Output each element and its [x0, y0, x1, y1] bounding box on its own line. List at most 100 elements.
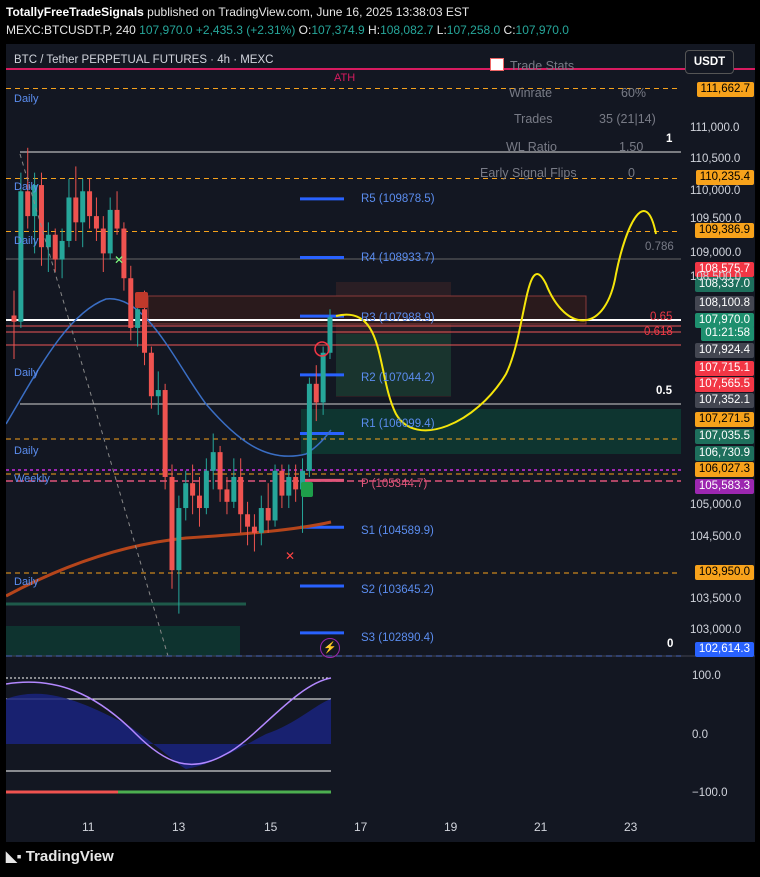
fib-label-0618: 0.618 — [644, 326, 673, 338]
price-tag: 106,027.3 — [694, 462, 754, 477]
price-tag: 111,662.7 — [696, 82, 754, 97]
pivot-label-s3: S3 (102890.4) — [361, 632, 434, 644]
price-tag: 107,565.5 — [694, 377, 754, 392]
pivot-label-p: P (105344.7) — [361, 478, 428, 490]
candle-body — [135, 309, 141, 328]
trade-stats-title: Trade Stats — [490, 58, 574, 73]
flash-icon: ⚡ — [320, 638, 340, 658]
candle-body — [59, 240, 65, 260]
candle-body — [93, 216, 99, 229]
sell-signal — [135, 292, 148, 308]
candle-body — [245, 514, 251, 527]
pivot-label-s2: S2 (103645.2) — [361, 584, 434, 596]
candle-body — [196, 495, 202, 509]
cross-marker: ✕ — [285, 549, 295, 563]
demand-zone — [6, 626, 240, 656]
candle-body — [293, 476, 299, 490]
candle-body — [128, 278, 134, 328]
tradingview-logo: ◣▪ TradingView — [6, 848, 114, 865]
candle-body — [203, 470, 209, 509]
daily-label: Daily — [14, 93, 39, 105]
candle-body — [286, 476, 292, 496]
pivot-label-r5: R5 (109878.5) — [361, 193, 435, 205]
candle-body — [25, 191, 31, 217]
daily-label: Daily — [14, 367, 39, 379]
candle-body — [210, 452, 216, 471]
weekly-label: Weekly — [14, 473, 50, 485]
price-tag: 107,035.5 — [694, 429, 754, 444]
daily-label: Daily — [14, 235, 39, 247]
price-tag: 109,386.9 — [694, 223, 754, 238]
candle-body — [11, 315, 17, 322]
candle-body — [100, 228, 106, 254]
chart-canvas[interactable]: ✕✕ — [6, 44, 755, 842]
candle-body — [238, 476, 244, 515]
fib-label-1: 1 — [666, 133, 673, 145]
price-tag: 110,235.4 — [695, 170, 754, 185]
candle-body — [114, 209, 120, 229]
price-tag: 107,715.1 — [694, 361, 754, 376]
candle-body — [258, 508, 264, 533]
candle-body — [155, 390, 161, 397]
candle-body — [231, 476, 237, 502]
stat-value: 60% — [621, 86, 647, 100]
x-axis-tick: 19 — [444, 820, 458, 834]
pivot-label-r2: R2 (107044.2) — [361, 372, 435, 384]
candle-body — [190, 483, 196, 496]
daily-label: Daily — [14, 576, 39, 588]
chart-panel[interactable]: ✕ ✕ — [6, 44, 755, 842]
cross-marker: ✕ — [114, 253, 124, 267]
chart-title: BTC / Tether PERPETUAL FUTURES · 4h · ME… — [14, 54, 274, 66]
stat-label: WL Ratio — [506, 140, 557, 154]
candle-body — [313, 383, 319, 403]
publish-info: TotallyFreeTradeSignals published on Tra… — [6, 5, 469, 19]
osc-axis-tick: 100.0 — [692, 670, 721, 682]
candle-body — [224, 489, 230, 502]
candle-body — [52, 234, 58, 260]
price-axis-tick: 109,000.0 — [690, 247, 742, 259]
x-axis-tick: 23 — [624, 820, 638, 834]
candle-body — [176, 508, 182, 571]
osc-area — [6, 693, 331, 769]
low-value: 107,258.0 — [446, 23, 501, 37]
candle-body — [80, 191, 86, 223]
osc-axis-tick: 0.0 — [692, 729, 708, 741]
x-axis-tick: 15 — [264, 820, 278, 834]
candle-body — [169, 476, 175, 571]
price-axis-tick: 111,000.0 — [690, 122, 740, 134]
candle-body — [217, 452, 223, 490]
daily-label: Daily — [14, 181, 39, 193]
stat-value: 1.50 — [619, 140, 644, 154]
fib-label-065: 0.65 — [650, 311, 673, 323]
demand-zone — [301, 409, 681, 454]
demand-zone — [336, 334, 451, 396]
price-axis-tick: 104,500.0 — [690, 531, 742, 543]
buy-signal — [301, 482, 313, 497]
price-tag: 108,100.8 — [694, 296, 754, 311]
candle-body — [148, 352, 154, 397]
candle-body — [38, 185, 44, 248]
x-axis-tick: 17 — [354, 820, 368, 834]
price-axis-tick: 105,000.0 — [690, 499, 742, 511]
candle-body — [265, 508, 271, 521]
pivot-label-r1: R1 (106099.4) — [361, 418, 435, 430]
stat-label: Winrate — [509, 86, 553, 100]
price-tag: 107,271.5 — [694, 412, 754, 427]
daily-label: Daily — [14, 445, 39, 457]
price-axis-tick: 110,500.0 — [690, 153, 741, 165]
pivot-label-r3: R3 (107988.9) — [361, 312, 435, 324]
candle-body — [73, 197, 79, 223]
candle-body — [272, 470, 278, 521]
open-value: 107,374.9 — [311, 23, 365, 37]
price-tag: 106,730.9 — [694, 446, 754, 461]
high-value: 108,082.7 — [380, 23, 434, 37]
candle-body — [162, 390, 168, 477]
x-axis-tick: 11 — [82, 820, 95, 834]
price-axis-tick: 108,500.0 — [690, 271, 742, 283]
price-tag: 01:21:58 — [701, 326, 754, 341]
price-axis-tick: 110,000.0 — [690, 185, 741, 197]
currency-button[interactable]: USDT — [685, 50, 734, 74]
x-axis-tick: 21 — [534, 820, 548, 834]
candle-body — [45, 234, 51, 248]
last-price: 107,970.0 — [139, 23, 193, 37]
